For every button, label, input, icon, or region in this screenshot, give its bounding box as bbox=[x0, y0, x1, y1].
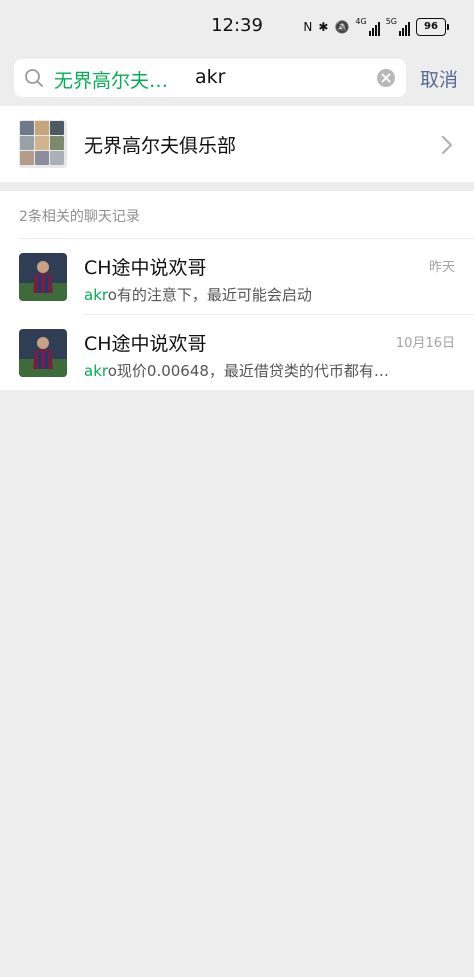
search-row: 无界高尔夫… akr 取消 bbox=[0, 52, 474, 104]
group-avatar-tile bbox=[20, 151, 34, 165]
search-icon bbox=[25, 69, 43, 87]
chat-record-item[interactable]: CH途中说欢哥 昨天 akro有的注意下，最近可能会启动 bbox=[0, 239, 474, 315]
signal-5g-label: 5G bbox=[385, 17, 397, 26]
group-name: 无界高尔夫俱乐部 bbox=[84, 135, 237, 157]
snippet-text: o现价0.00648，最近借贷类的代币都有… bbox=[107, 362, 389, 380]
snippet-text: o有的注意下，最近可能会启动 bbox=[107, 286, 312, 304]
status-icons: N ✱ 🔕 4G 5G 96 bbox=[303, 16, 449, 38]
chat-time: 10月16日 bbox=[395, 336, 455, 351]
avatar bbox=[19, 253, 67, 301]
group-avatar-tile bbox=[50, 151, 64, 165]
signal-4g-label: 4G bbox=[355, 17, 367, 26]
chat-snippet: akro有的注意下，最近可能会启动 bbox=[84, 284, 424, 305]
chat-snippet: akro现价0.00648，最近借贷类的代币都有… bbox=[84, 360, 424, 381]
chat-name: CH途中说欢哥 bbox=[84, 333, 207, 355]
avatar bbox=[19, 329, 67, 377]
signal-5g-icon: 5G bbox=[386, 18, 410, 36]
clear-icon[interactable] bbox=[376, 68, 396, 88]
snippet-highlight: akr bbox=[84, 286, 108, 304]
group-avatar-tile bbox=[50, 121, 64, 135]
group-avatar-tile bbox=[35, 151, 49, 165]
chat-name: CH途中说欢哥 bbox=[84, 257, 207, 279]
chat-record-item[interactable]: CH途中说欢哥 10月16日 akro现价0.00648，最近借贷类的代币都有… bbox=[0, 315, 474, 391]
group-avatar-tile bbox=[35, 121, 49, 135]
group-avatar-tile bbox=[35, 136, 49, 150]
battery-icon: 96 bbox=[416, 18, 449, 36]
chat-records-panel: 2条相关的聊天记录 CH途中说欢哥 昨天 akro有的注意下，最近可能会启动 C… bbox=[0, 191, 474, 390]
search-query-text[interactable]: akr bbox=[195, 66, 225, 88]
status-bar: 12:39 N ✱ 🔕 4G 5G 96 bbox=[0, 0, 474, 52]
search-chat-filter-tag[interactable]: 无界高尔夫… bbox=[54, 66, 168, 93]
snippet-highlight: akr bbox=[84, 362, 108, 380]
group-avatar-tile bbox=[20, 136, 34, 150]
chevron-right-icon bbox=[441, 135, 453, 155]
group-avatar bbox=[19, 120, 67, 168]
group-result-item[interactable]: 无界高尔夫俱乐部 bbox=[0, 106, 474, 182]
signal-4g-icon: 4G bbox=[355, 17, 380, 36]
group-avatar-tile bbox=[50, 136, 64, 150]
chat-records-header: 2条相关的聊天记录 bbox=[19, 209, 140, 225]
mute-icon: 🔕 bbox=[334, 20, 350, 34]
chat-time: 昨天 bbox=[428, 260, 455, 275]
cancel-button[interactable]: 取消 bbox=[420, 65, 458, 92]
nfc-icon: N bbox=[303, 20, 313, 34]
bluetooth-icon: ✱ bbox=[318, 20, 329, 34]
search-input[interactable]: 无界高尔夫… akr bbox=[14, 59, 406, 97]
group-avatar-tile bbox=[20, 121, 34, 135]
